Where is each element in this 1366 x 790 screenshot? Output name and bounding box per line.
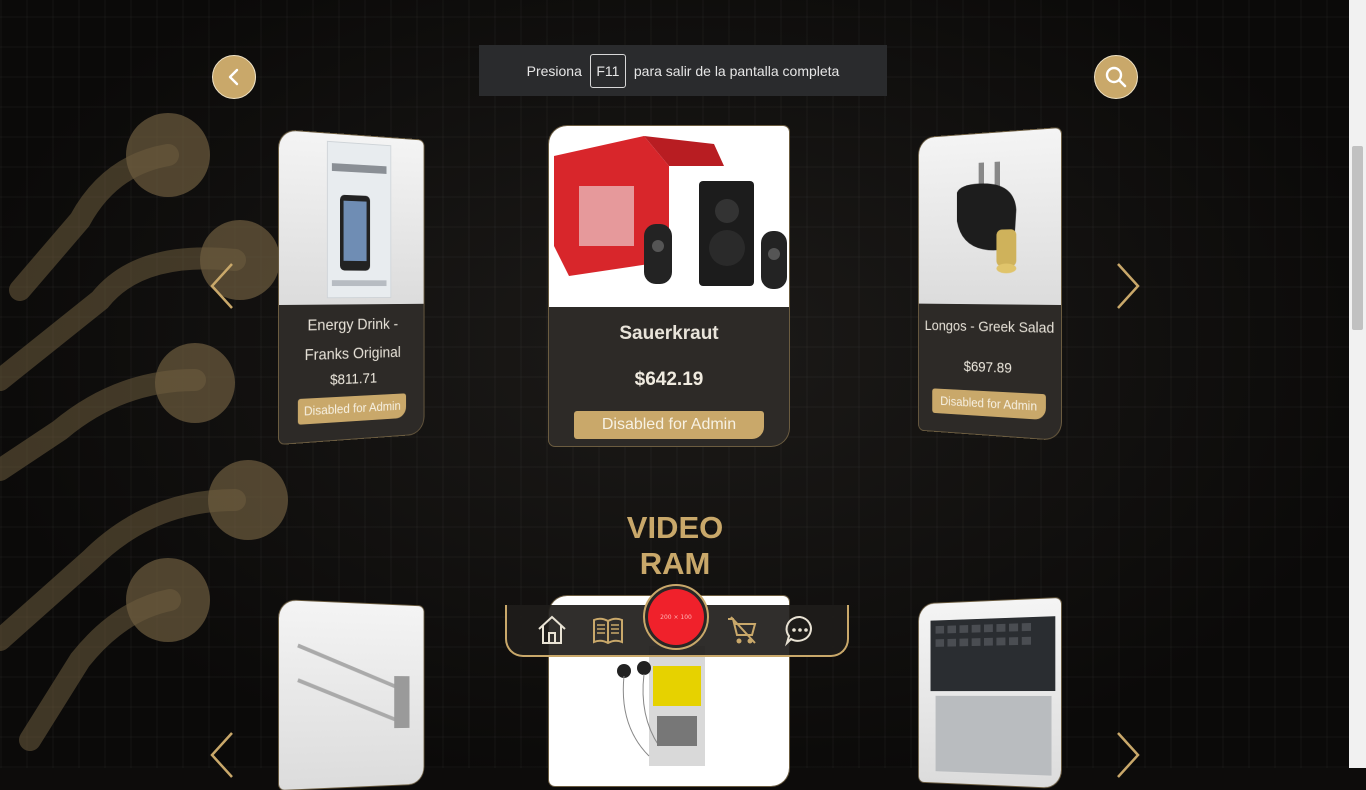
product-price: $697.89: [963, 358, 1012, 377]
center-logo-button[interactable]: 200 × 100: [643, 584, 709, 650]
fullscreen-toast: Presiona F11 para salir de la pantalla c…: [479, 45, 887, 96]
product-name: Energy Drink - Franks Original: [304, 316, 401, 365]
circuit-decoration: [0, 113, 288, 751]
video-ram-next-arrow[interactable]: [1112, 730, 1142, 780]
book-icon[interactable]: [591, 613, 625, 647]
disabled-for-admin-button[interactable]: Disabled for Admin: [932, 388, 1046, 421]
product-image: [549, 126, 789, 307]
disabled-for-admin-button[interactable]: Disabled for Admin: [297, 393, 407, 425]
back-button[interactable]: [212, 55, 256, 99]
product-card[interactable]: Sauerkraut $642.19 Disabled for Admin: [549, 126, 789, 446]
cart-icon[interactable]: [725, 613, 759, 647]
carousel-prev-arrow[interactable]: [208, 261, 238, 311]
product-card[interactable]: Energy Drink - Franks Original $811.71 D…: [279, 130, 424, 444]
placeholder-image: 200 × 100: [648, 589, 704, 645]
product-image: [918, 598, 1061, 788]
scrollbar-thumb[interactable]: [1352, 146, 1363, 330]
toast-text-before: Presiona: [526, 62, 582, 79]
product-image: [279, 130, 424, 305]
search-icon: [1105, 66, 1127, 88]
toast-text-after: para salir de la pantalla completa: [633, 62, 840, 79]
chat-icon[interactable]: [783, 613, 817, 647]
product-card[interactable]: [918, 598, 1061, 788]
chevron-left-icon: [228, 68, 239, 86]
toast-key-f11: F11: [589, 53, 626, 88]
product-price: $642.19: [634, 369, 704, 390]
carousel-next-arrow[interactable]: [1112, 261, 1142, 311]
product-card[interactable]: Longos - Greek Salad $697.89 Disabled fo…: [918, 128, 1061, 440]
product-price: $811.71: [330, 370, 378, 389]
product-card[interactable]: [279, 600, 424, 790]
search-button[interactable]: [1094, 55, 1138, 99]
home-icon[interactable]: [535, 613, 569, 647]
product-image: [279, 600, 424, 790]
video-ram-prev-arrow[interactable]: [208, 730, 238, 780]
product-image: [918, 128, 1061, 305]
disabled-for-admin-button[interactable]: Disabled for Admin: [574, 411, 764, 439]
product-name: Sauerkraut: [619, 323, 719, 344]
vertical-scrollbar[interactable]: [1349, 0, 1366, 768]
section-title-video-ram: VIDEO RAM: [626, 510, 724, 581]
product-name: Longos - Greek Salad: [924, 317, 1055, 337]
